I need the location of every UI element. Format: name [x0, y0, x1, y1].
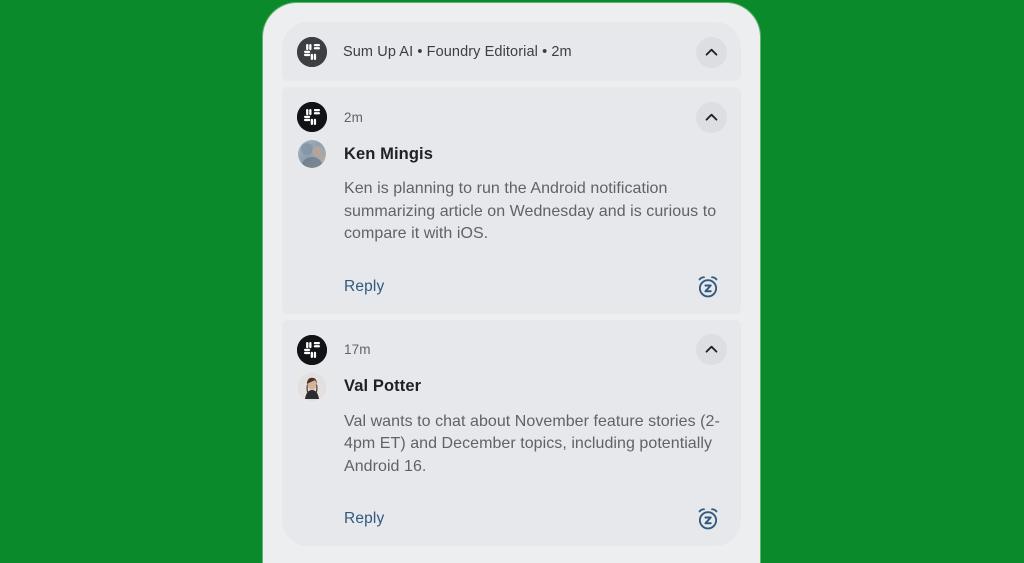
sender-name: Ken Mingis	[344, 144, 434, 163]
summary-collapse-button[interactable]	[696, 36, 727, 68]
snooze-button[interactable]	[693, 504, 723, 534]
summary-notification-card[interactable]: Sum Up AI • Foundry Editorial • 2m	[282, 22, 741, 81]
reply-button[interactable]: Reply	[344, 510, 384, 528]
phone-frame: Sum Up AI • Foundry Editorial • 2m 2m Ke…	[263, 3, 760, 563]
snooze-alarm-icon	[695, 274, 721, 300]
chevron-up-icon	[703, 109, 720, 126]
message-block: Val Potter Val wants to chat about Novem…	[297, 367, 727, 547]
snooze-button[interactable]	[693, 272, 723, 302]
actions-row: Reply	[344, 266, 727, 314]
message-text: Val wants to chat about November feature…	[344, 412, 720, 475]
reply-button[interactable]: Reply	[344, 278, 384, 296]
snooze-alarm-icon	[695, 506, 721, 532]
message-block: Ken Mingis Ken is planning to run the An…	[297, 134, 727, 314]
group-header-row: 17m	[297, 333, 727, 367]
avatar	[298, 140, 326, 168]
chevron-up-icon	[703, 341, 720, 358]
actions-row: Reply	[344, 498, 727, 546]
sender-name: Val Potter	[344, 377, 422, 395]
sender-row: Val Potter	[297, 370, 727, 404]
notification-timestamp: 2m	[344, 109, 363, 125]
slack-hash-icon	[297, 37, 327, 67]
sender-row: Ken Mingis	[297, 137, 727, 171]
group-collapse-button[interactable]	[696, 101, 727, 133]
avatar	[298, 372, 326, 401]
notification-shade: Sum Up AI • Foundry Editorial • 2m 2m Ke…	[282, 22, 741, 546]
notification-group-card[interactable]: 2m Ken Mingis Ken is planning to run the…	[282, 87, 741, 314]
chevron-up-icon	[703, 44, 720, 61]
screen-background: Sum Up AI • Foundry Editorial • 2m 2m Ke…	[0, 0, 1024, 563]
group-header-row: 2m	[297, 100, 727, 134]
notification-group-card[interactable]: 17m Val Potter Val wants to chat about N…	[282, 319, 741, 547]
group-collapse-button[interactable]	[696, 334, 727, 365]
slack-hash-icon	[297, 102, 327, 132]
summary-header-row: Sum Up AI • Foundry Editorial • 2m	[297, 35, 727, 69]
slack-hash-icon	[297, 334, 327, 365]
notification-timestamp: 17m	[344, 342, 371, 357]
message-text: Ken is planning to run the Android notif…	[344, 180, 717, 242]
summary-header-title: Sum Up AI • Foundry Editorial • 2m	[343, 44, 572, 60]
